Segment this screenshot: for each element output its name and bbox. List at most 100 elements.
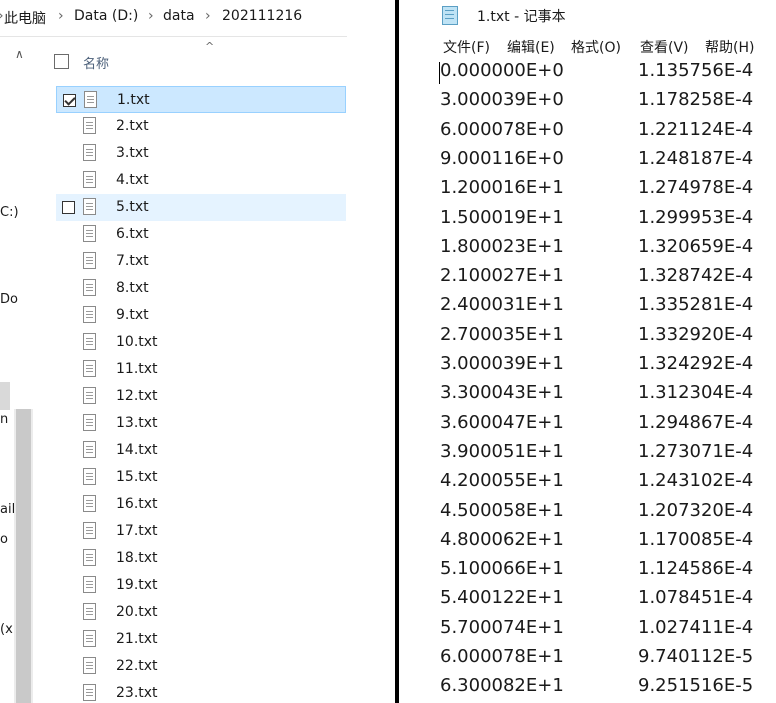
notepad-window: 1.txt - 记事本 文件(F) 编辑(E) 格式(O) 查看(V) 帮助(H… (399, 0, 776, 703)
value-x: 1.500019E+1 (440, 206, 564, 228)
text-line: 1.500019E+1 1.299953E-4 (440, 207, 776, 236)
value-x: 4.500058E+1 (440, 499, 564, 521)
text-file-icon (83, 225, 96, 242)
value-x: 3.600047E+1 (440, 411, 564, 433)
text-line: 4.200055E+1 1.243102E-4 (440, 470, 776, 499)
file-row[interactable]: 1.txt (56, 86, 346, 113)
file-name: 22.txt (116, 658, 158, 674)
value-x: 3.000039E+0 (440, 89, 564, 111)
menu-help[interactable]: 帮助(H) (705, 37, 754, 57)
menu-format[interactable]: 格式(O) (571, 37, 621, 57)
text-line: 2.700035E+1 1.332920E-4 (440, 324, 776, 353)
file-name: 9.txt (116, 307, 149, 323)
nav-scrollbar-thumb[interactable] (16, 409, 31, 703)
text-line: 3.300043E+1 1.312304E-4 (440, 382, 776, 411)
file-row[interactable]: 3.txt (56, 140, 346, 167)
file-row[interactable]: 14.txt (56, 437, 346, 464)
file-row[interactable]: 6.txt (56, 221, 346, 248)
chevron-right-icon[interactable]: › (58, 8, 64, 24)
text-file-icon (83, 414, 96, 431)
menu-view[interactable]: 查看(V) (640, 37, 689, 57)
file-name: 17.txt (116, 523, 158, 539)
value-y: 1.274978E-4 (638, 177, 754, 199)
text-line: 5.100066E+1 1.124586E-4 (440, 558, 776, 587)
value-y: 1.328742E-4 (638, 265, 754, 287)
value-y: 1.273071E-4 (638, 440, 754, 462)
nav-scrollbar[interactable] (14, 409, 33, 703)
value-x: 1.200016E+1 (440, 177, 564, 199)
file-row[interactable]: 11.txt (56, 356, 346, 383)
file-row[interactable]: 16.txt (56, 491, 346, 518)
chevron-right-icon[interactable]: › (205, 8, 211, 24)
nav-item-fragment[interactable]: Do (0, 292, 18, 307)
text-file-icon (83, 333, 96, 350)
file-checkbox[interactable] (63, 94, 76, 107)
file-row[interactable]: 9.txt (56, 302, 346, 329)
file-row[interactable]: 23.txt (56, 680, 346, 703)
file-row[interactable]: 2.txt (56, 113, 346, 140)
file-row[interactable]: 8.txt (56, 275, 346, 302)
file-row[interactable]: 12.txt (56, 383, 346, 410)
menu-file[interactable]: 文件(F) (443, 37, 490, 57)
value-x: 6.000078E+0 (440, 118, 564, 140)
file-name: 15.txt (116, 469, 158, 485)
text-line: 3.900051E+1 1.273071E-4 (440, 441, 776, 470)
text-file-icon (83, 306, 96, 323)
nav-item-fragment[interactable]: (x (0, 622, 13, 637)
file-name: 19.txt (116, 577, 158, 593)
file-name: 12.txt (116, 388, 158, 404)
value-x: 5.100066E+1 (440, 558, 564, 580)
text-line: 5.400122E+1 1.078451E-4 (440, 587, 776, 616)
column-header-name[interactable]: 名称 (83, 53, 109, 72)
file-row[interactable]: 20.txt (56, 599, 346, 626)
file-row[interactable]: 21.txt (56, 626, 346, 653)
menu-edit[interactable]: 编辑(E) (507, 37, 555, 57)
file-row[interactable]: 5.txt (56, 194, 346, 221)
breadcrumb-this-pc[interactable]: 此电脑 (4, 8, 46, 28)
scroll-up-arrow-icon[interactable]: ∧ (15, 47, 24, 61)
file-row[interactable]: 4.txt (56, 167, 346, 194)
value-y: 1.324292E-4 (638, 353, 754, 374)
file-row[interactable]: 15.txt (56, 464, 346, 491)
file-row[interactable]: 17.txt (56, 518, 346, 545)
breadcrumb-current-folder[interactable]: 202111216 (222, 8, 302, 24)
select-all-checkbox[interactable] (54, 54, 69, 69)
file-row[interactable]: 13.txt (56, 410, 346, 437)
breadcrumb-data-folder[interactable]: data (163, 8, 195, 24)
text-file-icon (83, 657, 96, 674)
file-name: 10.txt (116, 334, 158, 350)
nav-item-selected[interactable] (0, 382, 10, 410)
file-explorer-window: › 此电脑 › Data (D:) › data › 202111216 ∧ C… (0, 0, 347, 703)
text-line: 1.200016E+1 1.274978E-4 (440, 177, 776, 206)
text-file-icon (83, 468, 96, 485)
text-file-icon (83, 279, 96, 296)
text-line: 2.400031E+1 1.335281E-4 (440, 294, 776, 323)
text-line: 6.000078E+0 1.221124E-4 (440, 119, 776, 148)
value-y: 1.027411E-4 (638, 616, 754, 638)
file-name: 5.txt (116, 199, 149, 215)
breadcrumb: › 此电脑 › Data (D:) › data › 202111216 (0, 0, 347, 37)
file-row[interactable]: 7.txt (56, 248, 346, 275)
value-x: 5.400122E+1 (440, 587, 564, 609)
file-name: 21.txt (116, 631, 158, 647)
file-row[interactable]: 10.txt (56, 329, 346, 356)
file-row[interactable]: 18.txt (56, 545, 346, 572)
nav-item-fragment[interactable]: o (0, 532, 8, 547)
file-row[interactable]: 22.txt (56, 653, 346, 680)
breadcrumb-data-drive[interactable]: Data (D:) (74, 8, 138, 24)
chevron-right-icon[interactable]: › (148, 8, 154, 24)
text-file-icon (83, 171, 96, 188)
text-line: 2.100027E+1 1.328742E-4 (440, 265, 776, 294)
file-row[interactable]: 19.txt (56, 572, 346, 599)
text-line: 1.800023E+1 1.320659E-4 (440, 236, 776, 265)
value-y: 9.740112E-5 (638, 646, 754, 667)
nav-item-fragment[interactable]: n (0, 412, 8, 427)
file-name: 6.txt (116, 226, 149, 242)
file-checkbox[interactable] (62, 201, 75, 214)
nav-item-fragment[interactable]: C:) (0, 205, 19, 220)
notepad-app-icon (442, 6, 458, 25)
value-y: 1.178258E-4 (638, 89, 754, 111)
text-file-icon (83, 144, 96, 161)
nav-item-fragment[interactable]: ail (0, 502, 15, 517)
value-x: 1.800023E+1 (440, 235, 564, 257)
